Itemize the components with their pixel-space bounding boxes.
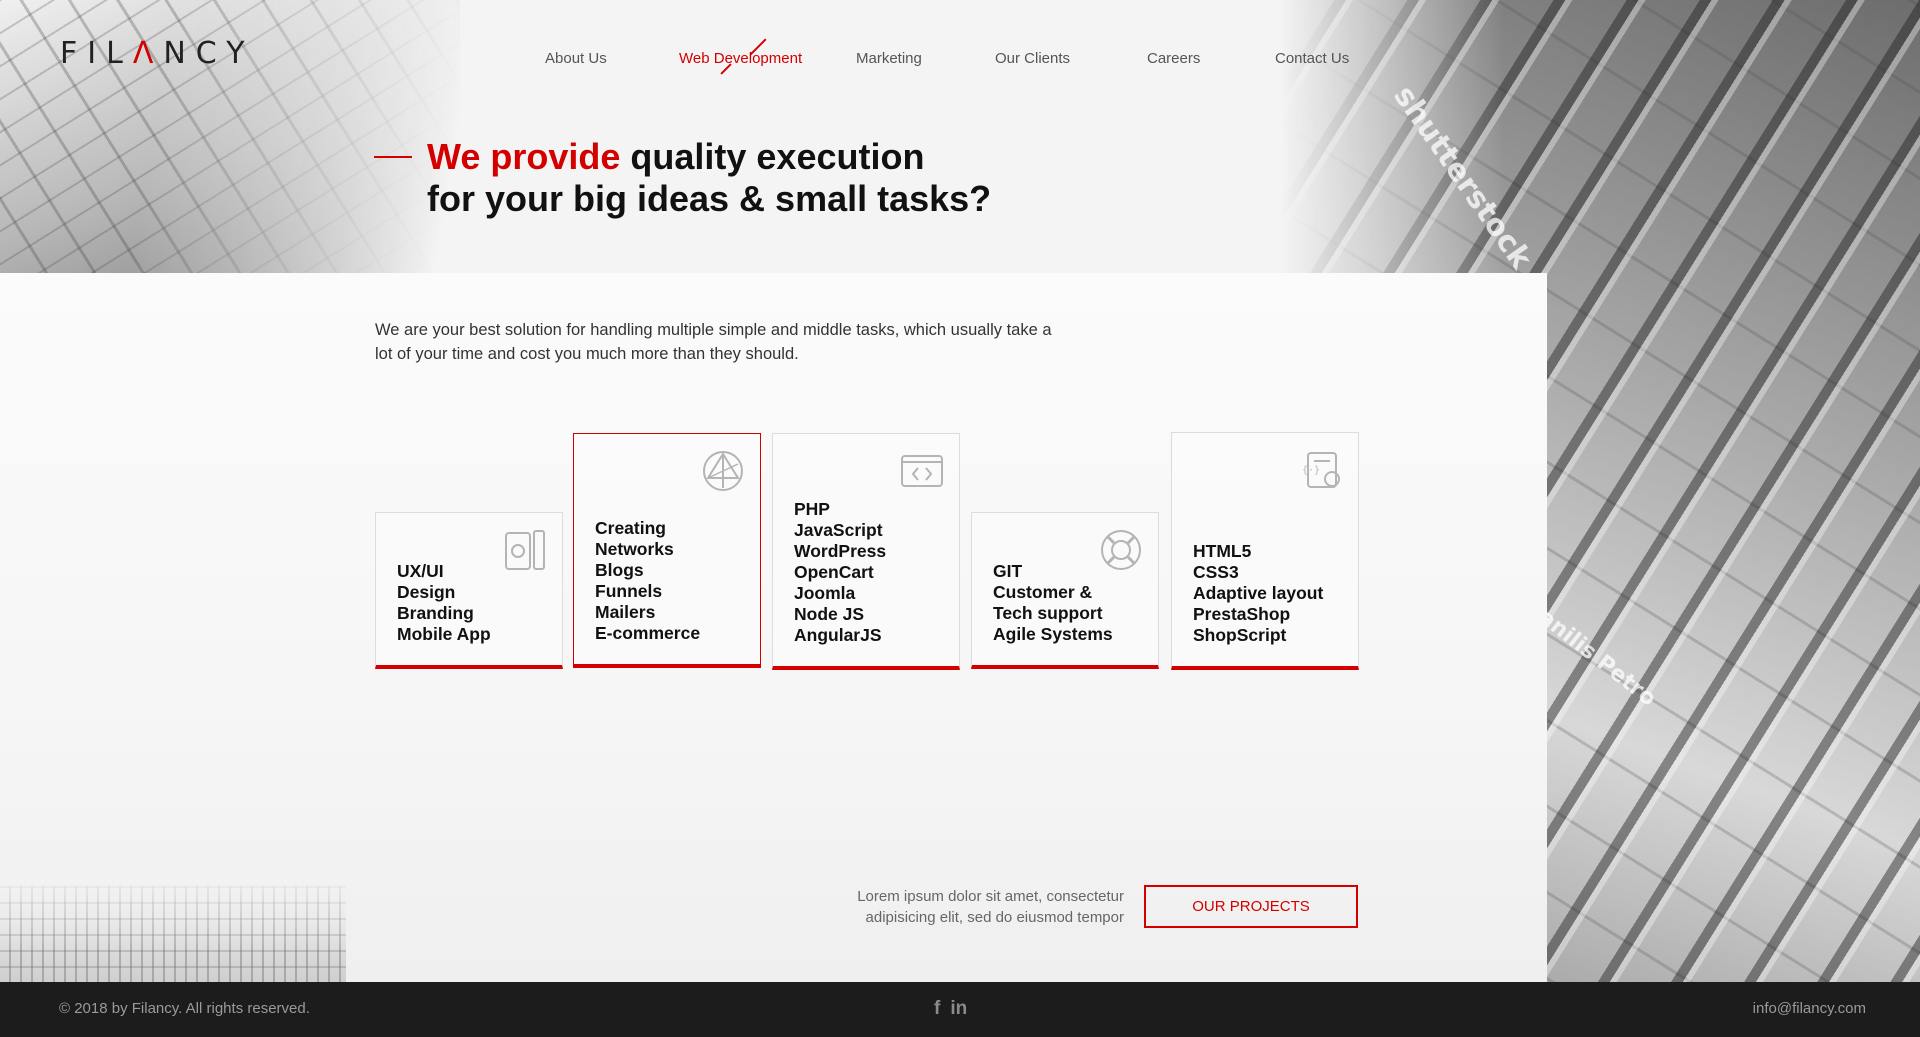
settings-code-icon: {·} <box>1302 452 1340 488</box>
service-card-design[interactable]: UX/UI Design Branding Mobile App <box>375 512 563 669</box>
code-browser-icon <box>901 455 943 487</box>
hero-subtitle: We are your best solution for handling m… <box>375 321 1052 363</box>
nav-web-development[interactable]: Web Development <box>679 50 802 67</box>
mobile-devices-icon <box>505 530 545 570</box>
building-photo-bottom-left <box>0 886 346 982</box>
linkedin-icon[interactable]: in <box>950 998 967 1020</box>
service-card-development[interactable]: PHP JavaScript WordPress OpenCart Joomla… <box>772 433 960 670</box>
hero-title: We provide quality execution for your bi… <box>427 136 991 220</box>
list-item: Blogs <box>595 560 644 580</box>
facebook-icon[interactable]: f <box>934 998 940 1020</box>
list-item: ShopScript <box>1193 625 1287 645</box>
list-item: Networks <box>595 539 674 559</box>
list-item: Design <box>397 582 456 602</box>
hero-title-accent: We provide <box>427 136 621 177</box>
card-list: GIT Customer & Tech support Agile System… <box>993 561 1113 645</box>
list-item: Branding <box>397 603 474 623</box>
hero-title-rest: quality execution <box>620 136 925 177</box>
logo-text: NCY <box>163 36 255 71</box>
service-card-marketing[interactable]: Creating Networks Blogs Funnels Mailers … <box>573 433 761 668</box>
service-card-support[interactable]: GIT Customer & Tech support Agile System… <box>971 512 1159 669</box>
logo-text: FIL <box>60 36 133 71</box>
nav-careers[interactable]: Careers <box>1147 50 1200 67</box>
list-item: CSS3 <box>1193 562 1239 582</box>
list-item: Adaptive layout <box>1193 583 1324 603</box>
list-item: PHP <box>794 499 830 519</box>
logo[interactable]: FILΛNCY <box>60 36 255 71</box>
list-item: Customer & <box>993 582 1093 602</box>
card-list: UX/UI Design Branding Mobile App <box>397 561 491 645</box>
copyright: © 2018 by Filancy. All rights reserved. <box>59 1000 310 1017</box>
our-projects-button[interactable]: OUR PROJECTS <box>1144 885 1358 928</box>
footer: © 2018 by Filancy. All rights reserved. … <box>0 982 1920 1037</box>
card-list: Creating Networks Blogs Funnels Mailers … <box>595 518 700 644</box>
nav-our-clients[interactable]: Our Clients <box>995 50 1070 67</box>
list-item: Node JS <box>794 604 865 624</box>
logo-accent: Λ <box>132 36 164 71</box>
list-item: Mailers <box>595 602 656 622</box>
list-item: E-commerce <box>595 623 701 643</box>
list-item: GIT <box>993 561 1023 581</box>
list-item: Creating <box>595 518 666 538</box>
list-item: OpenCart <box>794 562 874 582</box>
list-item: Funnels <box>595 581 663 601</box>
list-item: PrestaShop <box>1193 604 1291 624</box>
network-globe-icon <box>703 451 743 491</box>
cta-text: Lorem ipsum dolor sit amet, consectetur … <box>857 888 1124 926</box>
email-link[interactable]: info@filancy.com <box>1753 1000 1866 1017</box>
list-item: UX/UI <box>397 561 444 581</box>
social-links: f in <box>934 998 967 1020</box>
card-list: PHP JavaScript WordPress OpenCart Joomla… <box>794 499 886 646</box>
list-item: Agile Systems <box>993 624 1113 644</box>
hero-title-line2: for your big ideas & small tasks? <box>427 178 992 219</box>
hero-dash <box>374 156 412 158</box>
card-list: HTML5 CSS3 Adaptive layout PrestaShop Sh… <box>1193 541 1323 646</box>
list-item: HTML5 <box>1193 541 1252 561</box>
list-item: Joomla <box>794 583 856 603</box>
nav-marketing[interactable]: Marketing <box>856 50 922 67</box>
list-item: Mobile App <box>397 624 491 644</box>
nav-about-us[interactable]: About Us <box>545 50 607 67</box>
nav-contact-us[interactable]: Contact Us <box>1275 50 1349 67</box>
service-card-frontend[interactable]: {·} HTML5 CSS3 Adaptive layout PrestaSho… <box>1171 432 1359 670</box>
svg-text:{·}: {·} <box>1302 465 1320 476</box>
list-item: WordPress <box>794 541 887 561</box>
list-item: AngularJS <box>794 625 882 645</box>
list-item: Tech support <box>993 603 1103 623</box>
list-item: JavaScript <box>794 520 883 540</box>
